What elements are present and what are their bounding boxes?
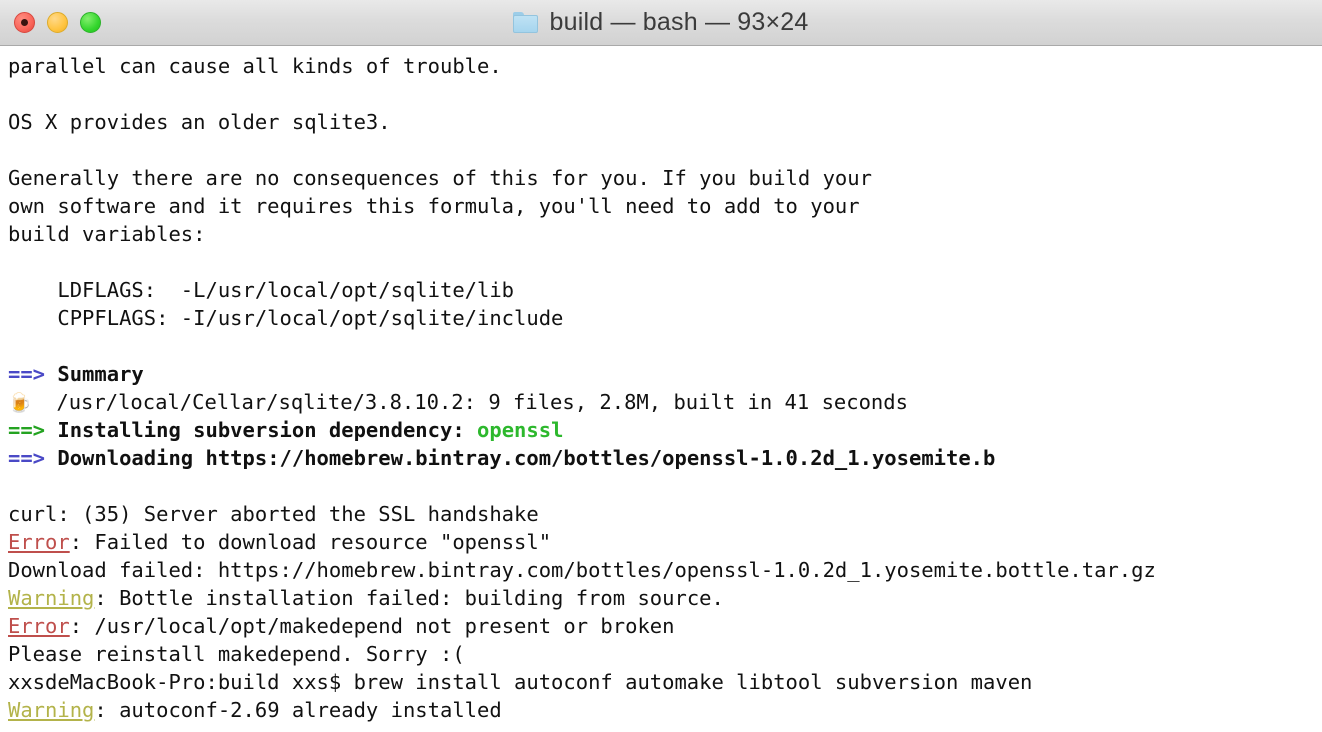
terminal-text-segment: Generally there are no consequences of t… (8, 166, 872, 190)
terminal-text-segment: ==> (8, 362, 46, 386)
terminal-line: own software and it requires this formul… (8, 192, 1322, 220)
terminal-text-segment: Warning (8, 586, 95, 610)
terminal-line: Generally there are no consequences of t… (8, 164, 1322, 192)
window-title: build — bash — 93×24 (549, 8, 809, 36)
terminal-line: parallel can cause all kinds of trouble. (8, 52, 1322, 80)
window-controls (14, 0, 101, 45)
terminal-text-segment: Summary (45, 362, 144, 386)
terminal-text-segment: Warning (8, 698, 95, 722)
terminal-line: OS X provides an older sqlite3. (8, 108, 1322, 136)
terminal-line: Warning: autoconf-2.69 already installed (8, 696, 1322, 724)
folder-icon (513, 12, 539, 33)
maximize-button[interactable] (80, 12, 101, 33)
terminal-text-segment: : Bottle installation failed: building f… (94, 586, 724, 610)
terminal-text-segment: parallel can cause all kinds of trouble. (8, 54, 502, 78)
minimize-button[interactable] (47, 12, 68, 33)
terminal-line: ==> Summary (8, 360, 1322, 388)
terminal-line: Warning: Bottle installation failed: bui… (8, 584, 1322, 612)
terminal-text-segment: build variables: (8, 222, 206, 246)
terminal-line: LDFLAGS: -L/usr/local/opt/sqlite/lib (8, 276, 1322, 304)
terminal-text-segment: Error (8, 530, 70, 554)
terminal-text-segment: : autoconf-2.69 already installed (94, 698, 502, 722)
terminal-line: ==> Installing subversion dependency: op… (8, 416, 1322, 444)
terminal-text-segment: OS X provides an older sqlite3. (8, 110, 391, 134)
terminal-line: Error: /usr/local/opt/makedepend not pre… (8, 612, 1322, 640)
terminal-text-segment: 🍺 (8, 392, 32, 414)
window-titlebar[interactable]: build — bash — 93×24 (0, 0, 1322, 46)
terminal-window: build — bash — 93×24 parallel can cause … (0, 0, 1322, 732)
terminal-line: Error: Failed to download resource "open… (8, 528, 1322, 556)
window-title-group: build — bash — 93×24 (513, 8, 808, 37)
terminal-text-segment: /usr/local/Cellar/sqlite/3.8.10.2: 9 fil… (31, 390, 908, 414)
terminal-text-segment: openssl (477, 418, 564, 442)
terminal-text-segment: own software and it requires this formul… (8, 194, 860, 218)
terminal-text-segment: Installing subversion dependency: (45, 418, 478, 442)
terminal-line: build variables: (8, 220, 1322, 248)
terminal-text-segment: Downloading https://homebrew.bintray.com… (45, 446, 996, 470)
terminal-text-segment: ==> (8, 418, 46, 442)
terminal-line: ==> Downloading https://homebrew.bintray… (8, 444, 1322, 472)
terminal-line-list: parallel can cause all kinds of trouble.… (8, 52, 1322, 724)
terminal-text-segment: LDFLAGS: -L/usr/local/opt/sqlite/lib (8, 278, 515, 302)
terminal-text-segment: curl: (35) Server aborted the SSL handsh… (8, 502, 539, 526)
terminal-line: Please reinstall makedepend. Sorry :( (8, 640, 1322, 668)
terminal-text-segment: ==> (8, 446, 46, 470)
terminal-line: Download failed: https://homebrew.bintra… (8, 556, 1322, 584)
terminal-text-segment: CPPFLAGS: -I/usr/local/opt/sqlite/includ… (8, 306, 564, 330)
terminal-text-segment: : Failed to download resource "openssl" (69, 530, 552, 554)
terminal-text-segment: : /usr/local/opt/makedepend not present … (69, 614, 675, 638)
terminal-text-segment: Please reinstall makedepend. Sorry :( (8, 642, 465, 666)
terminal-text-segment: xxsdeMacBook-Pro:build xxs$ brew install… (8, 670, 1033, 694)
terminal-line: 🍺 /usr/local/Cellar/sqlite/3.8.10.2: 9 f… (8, 388, 1322, 416)
close-button[interactable] (14, 12, 35, 33)
terminal-text-segment: Error (8, 614, 70, 638)
terminal-line: curl: (35) Server aborted the SSL handsh… (8, 500, 1322, 528)
terminal-line: xxsdeMacBook-Pro:build xxs$ brew install… (8, 668, 1322, 696)
terminal-text-segment: Download failed: https://homebrew.bintra… (8, 558, 1156, 582)
terminal-output[interactable]: parallel can cause all kinds of trouble.… (0, 46, 1322, 732)
terminal-line: CPPFLAGS: -I/usr/local/opt/sqlite/includ… (8, 304, 1322, 332)
